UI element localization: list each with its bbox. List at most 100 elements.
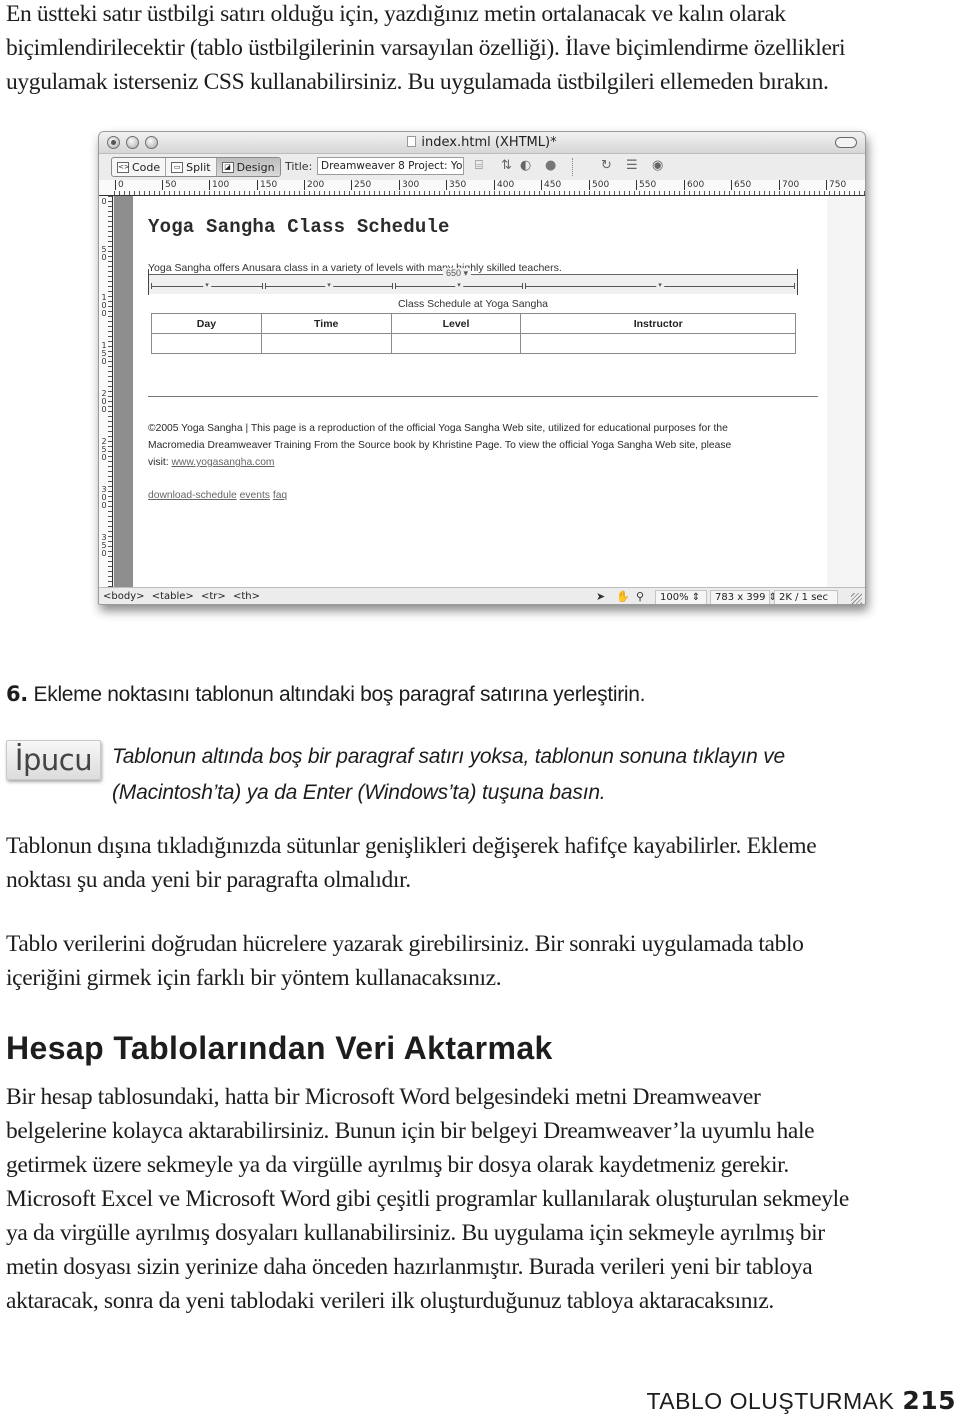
column-width-guide[interactable]: ▾: [265, 281, 393, 289]
ruler-label: 350: [101, 533, 107, 558]
file-management-icon[interactable]: ⇅: [501, 159, 512, 173]
body-paragraph: Bir hesap tablosundaki, hatta bir Micros…: [6, 1080, 849, 1318]
yogasangha-link[interactable]: www.yogasangha.com: [171, 457, 274, 468]
tip-line: Tablonun altında boş bir paragraf satırı…: [112, 745, 785, 768]
ruler-label: 650: [731, 180, 751, 190]
faq-link[interactable]: faq: [273, 490, 287, 501]
page-heading[interactable]: Yoga Sangha Class Schedule: [148, 216, 450, 238]
ruler-label: 350: [446, 180, 466, 190]
column-width-guide[interactable]: ▾: [395, 281, 523, 289]
ruler-label: 50: [101, 245, 107, 262]
ruler-label: 400: [494, 180, 514, 190]
table-cell[interactable]: [390, 333, 522, 354]
paragraph-line: ya da virgülle ayrılmış dosyaları kullan…: [6, 1220, 825, 1246]
events-link[interactable]: events: [240, 490, 270, 501]
ruler-ticks: [108, 196, 112, 587]
dreamweaver-window-screenshot: index.html (XHTML)* <> Code ▭ Split ◪ De…: [98, 131, 866, 605]
code-view-button[interactable]: <> Code: [112, 158, 167, 176]
html-file-icon: [407, 136, 417, 147]
split-view-button[interactable]: ▭ Split: [166, 158, 217, 176]
design-view-button[interactable]: ◪ Design: [216, 158, 280, 176]
table-header-cell[interactable]: Day: [151, 313, 262, 334]
split-view-icon: ▭: [171, 161, 184, 173]
vertical-ruler: 0 50 100 150 200 250 300 350: [99, 196, 113, 587]
check-browser-icon[interactable]: ◐: [520, 159, 531, 173]
table-width-menu[interactable]: 650 ▾: [443, 268, 472, 279]
body-paragraph: Tablonun dışına tıkladığınızda sütunlar …: [6, 829, 817, 897]
visual-aids-icon[interactable]: ◉: [652, 159, 663, 173]
table-header-row: Day Time Level Instructor: [151, 313, 796, 334]
step-number: 6.: [6, 682, 28, 706]
table-header-cell[interactable]: Level: [390, 313, 522, 334]
column-width-guide[interactable]: ▾: [525, 281, 795, 289]
table-cell[interactable]: [151, 333, 262, 354]
intro-paragraph: En üstteki satır üstbilgi satırı olduğu …: [6, 0, 846, 99]
ruler-label: 250: [101, 437, 107, 462]
preview-browser-globe-icon[interactable]: ●: [545, 159, 556, 173]
tag-th[interactable]: <th>: [233, 591, 260, 602]
refresh-icon[interactable]: ↻: [601, 159, 612, 173]
window-titlebar: index.html (XHTML)*: [99, 132, 865, 154]
title-label: Title:: [285, 160, 313, 173]
hand-tool-icon[interactable]: ✋: [616, 590, 630, 603]
page-margin: [114, 196, 133, 587]
ruler-ticks: [114, 191, 865, 195]
paragraph-line: aktaracak, sonra da yeni tablodaki veril…: [6, 1288, 774, 1314]
ruler-label: 0: [115, 180, 124, 190]
column-width-guide[interactable]: ▾: [151, 281, 263, 289]
tip-line: (Macintosh’ta) ya da Enter (Windows’ta) …: [112, 781, 606, 804]
page-nav-links: download-schedule events faq: [148, 490, 287, 501]
toolbar-toggle-button[interactable]: [835, 137, 857, 148]
table-cell[interactable]: [260, 333, 392, 354]
tag-body[interactable]: <body>: [103, 591, 145, 602]
paragraph-line: Tablonun dışına tıkladığınızda sütunlar …: [6, 833, 817, 859]
schedule-table[interactable]: Day Time Level Instructor: [151, 313, 796, 354]
zoom-level-select[interactable]: 100% ⇕: [655, 590, 707, 604]
paragraph-line: Microsoft Excel ve Microsoft Word gibi ç…: [6, 1186, 849, 1212]
paragraph-line: içeriğini girmek için farklı bir yöntem …: [6, 965, 502, 991]
tag-selector: <body> <table> <tr> <th>: [103, 591, 264, 602]
chapter-title: TABLO OLUŞTURMAK: [646, 1388, 895, 1414]
resize-grip[interactable]: [851, 593, 862, 604]
page-footer-text: ©2005 Yoga Sangha | This page is a repro…: [148, 423, 732, 468]
ruler-label: 300: [399, 180, 419, 190]
download-schedule-link[interactable]: download-schedule: [148, 490, 237, 501]
ruler-label: 450: [541, 180, 561, 190]
running-footer: TABLO OLUŞTURMAK 215: [646, 1386, 956, 1415]
table-caption[interactable]: Class Schedule at Yoga Sangha: [148, 298, 798, 310]
validate-markup-icon[interactable]: ⌸: [475, 159, 483, 173]
download-size-indicator: 2K / 1 sec: [774, 590, 838, 604]
ruler-label: 100: [101, 293, 107, 318]
horizontal-ruler: 0 50 100 150 200 250 300 350 400 450 500…: [99, 180, 865, 196]
ruler-label: 500: [589, 180, 609, 190]
document-title-input[interactable]: Dreamweaver 8 Project: Yoga S: [317, 157, 464, 175]
paragraph-line: metin dosyası sizin yerinize daha öncede…: [6, 1254, 813, 1280]
ruler-label: 200: [304, 180, 324, 190]
zoom-tool-icon[interactable]: ⚲: [636, 590, 644, 603]
paragraph-line: uygulamak isterseniz CSS kullanabilirsin…: [6, 69, 829, 95]
ruler-label: 600: [684, 180, 704, 190]
step-instruction: 6. Ekleme noktasını tablonun altındaki b…: [6, 682, 646, 707]
document-toolbar: <> Code ▭ Split ◪ Design Title: Dreamwea…: [99, 154, 865, 180]
tag-tr[interactable]: <tr>: [201, 591, 226, 602]
table-row: [151, 333, 796, 354]
canvas-gutter: [827, 196, 865, 587]
paragraph-line: Bir hesap tablosundaki, hatta bir Micros…: [6, 1084, 761, 1110]
design-canvas[interactable]: Yoga Sangha Class Schedule Yoga Sangha o…: [133, 196, 865, 587]
window-size-select[interactable]: 783 x 399 ⇕: [710, 590, 777, 604]
table-header-cell[interactable]: Time: [260, 313, 392, 334]
table-header-cell[interactable]: Instructor: [520, 313, 796, 334]
tag-table[interactable]: <table>: [152, 591, 194, 602]
horizontal-rule: [148, 396, 818, 397]
pointer-tool-icon[interactable]: ➤: [596, 590, 605, 603]
table-cell[interactable]: [520, 333, 796, 354]
ruler-label: 250: [351, 180, 371, 190]
view-options-icon[interactable]: ☰: [626, 159, 638, 173]
ruler-label: 750: [826, 180, 846, 190]
page-number: 215: [902, 1386, 956, 1415]
body-paragraph: Tablo verilerini doğrudan hücrelere yaza…: [6, 927, 804, 995]
ruler-label: 550: [636, 180, 656, 190]
ruler-label: 150: [257, 180, 277, 190]
paragraph-line: biçimlendirilecektir (tablo üstbilgileri…: [6, 35, 846, 61]
ruler-label: 700: [779, 180, 799, 190]
